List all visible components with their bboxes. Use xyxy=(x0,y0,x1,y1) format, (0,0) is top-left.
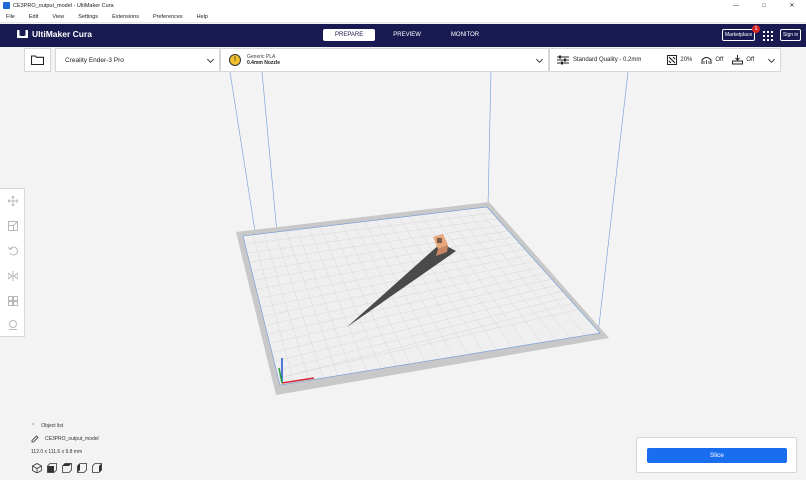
settings-sliders-icon xyxy=(557,55,569,65)
object-list-toggle[interactable]: ⌃ Object list xyxy=(31,421,99,431)
app-logo: UltiMaker Cura xyxy=(17,29,92,39)
infill-icon xyxy=(667,55,678,65)
app-icon xyxy=(3,2,10,9)
marketplace-badge: 1 xyxy=(752,25,760,33)
window-title: CE3PRO_output_model - UltiMaker Cura xyxy=(13,2,114,9)
pencil-icon[interactable] xyxy=(31,435,39,443)
chevron-down-icon xyxy=(535,55,544,64)
view-orientation-buttons xyxy=(31,462,106,474)
right-view-button[interactable] xyxy=(91,462,103,474)
app-header: UltiMaker Cura PREPARE PREVIEW MONITOR M… xyxy=(0,24,806,47)
adhesion-value: Off xyxy=(746,57,755,63)
menu-view[interactable]: View xyxy=(52,14,64,20)
tab-monitor[interactable]: MONITOR xyxy=(439,29,491,41)
object-list-label: Object list xyxy=(41,423,64,429)
menu-help[interactable]: Help xyxy=(197,14,208,20)
move-tool-button[interactable] xyxy=(0,189,25,214)
rotate-icon xyxy=(7,246,18,256)
rotate-tool-button[interactable] xyxy=(0,239,25,264)
viewport-3d[interactable] xyxy=(0,47,806,480)
mirror-icon xyxy=(7,270,18,281)
marketplace-button[interactable]: Marketplace xyxy=(722,29,756,41)
model-dimensions: 112.0 x 111.6 x 9.8 mm xyxy=(31,449,83,455)
apps-grid-icon[interactable] xyxy=(763,31,773,41)
slice-button[interactable]: Slice xyxy=(647,448,787,463)
chevron-down-icon xyxy=(206,55,215,64)
front-view-button[interactable] xyxy=(46,462,58,474)
warning-icon: ! xyxy=(229,54,241,66)
tab-prepare[interactable]: PREPARE xyxy=(323,29,376,41)
3d-view-icon xyxy=(32,463,42,473)
menu-bar: File Edit View Settings Extensions Prefe… xyxy=(0,11,806,23)
scale-icon xyxy=(7,221,18,232)
support-blocker-button[interactable] xyxy=(0,313,25,338)
volume-edge-back-left xyxy=(261,71,278,234)
menu-settings[interactable]: Settings xyxy=(78,14,98,20)
mirror-tool-button[interactable] xyxy=(0,263,25,288)
adhesion-icon xyxy=(732,55,744,65)
folder-icon xyxy=(31,55,44,65)
print-settings-selector[interactable]: Standard Quality - 0.2mm 20% Off Off xyxy=(549,48,781,72)
chevron-down-icon xyxy=(767,55,776,64)
support-blocker-icon xyxy=(8,320,17,331)
top-view-icon xyxy=(62,463,72,473)
support-icon xyxy=(701,57,712,64)
printer-selector[interactable]: Creality Ender-3 Pro xyxy=(55,48,220,72)
support-value: Off xyxy=(715,57,724,63)
menu-edit[interactable]: Edit xyxy=(29,14,38,20)
3d-view-button[interactable] xyxy=(31,462,43,474)
sign-in-button[interactable]: Sign in xyxy=(780,29,802,41)
per-model-settings-icon xyxy=(7,295,18,306)
ultimaker-logo-icon xyxy=(17,30,28,38)
tab-preview[interactable]: PREVIEW xyxy=(381,29,433,41)
printer-name: Creality Ender-3 Pro xyxy=(65,56,124,64)
per-model-settings-button[interactable] xyxy=(0,288,25,313)
tool-sidebar xyxy=(0,188,25,337)
chevron-up-icon: ⌃ xyxy=(31,423,36,429)
maximize-button[interactable]: □ xyxy=(750,0,778,11)
model-name: CE3PRO_output_model xyxy=(45,436,99,442)
window-titlebar: CE3PRO_output_model - UltiMaker Cura — □… xyxy=(0,0,806,11)
quality-profile: Standard Quality - 0.2mm xyxy=(573,57,642,63)
top-view-button[interactable] xyxy=(61,462,73,474)
infill-value: 20% xyxy=(680,57,693,63)
nozzle-size: 0.4mm Nozzle xyxy=(247,60,281,66)
minimize-button[interactable]: — xyxy=(722,0,750,11)
menu-preferences[interactable]: Preferences xyxy=(153,14,183,20)
left-view-button[interactable] xyxy=(76,462,88,474)
menu-file[interactable]: File xyxy=(6,14,15,20)
front-view-icon xyxy=(47,463,57,473)
app-name: UltiMaker Cura xyxy=(32,29,92,39)
scale-tool-button[interactable] xyxy=(0,214,25,239)
material-selector[interactable]: ! Generic PLA 0.4mm Nozzle xyxy=(220,48,549,72)
left-view-icon xyxy=(77,463,87,473)
slice-panel: Slice xyxy=(636,437,797,473)
right-view-icon xyxy=(92,463,102,473)
move-icon xyxy=(7,196,18,207)
close-button[interactable]: ✕ xyxy=(778,0,806,11)
volume-edge-front-right xyxy=(597,71,629,335)
volume-edge-back-right xyxy=(487,71,492,207)
object-list-panel: ⌃ Object list CE3PRO_output_model 112.0 … xyxy=(31,421,99,460)
open-file-button[interactable] xyxy=(24,48,51,72)
menu-extensions[interactable]: Extensions xyxy=(112,14,139,20)
